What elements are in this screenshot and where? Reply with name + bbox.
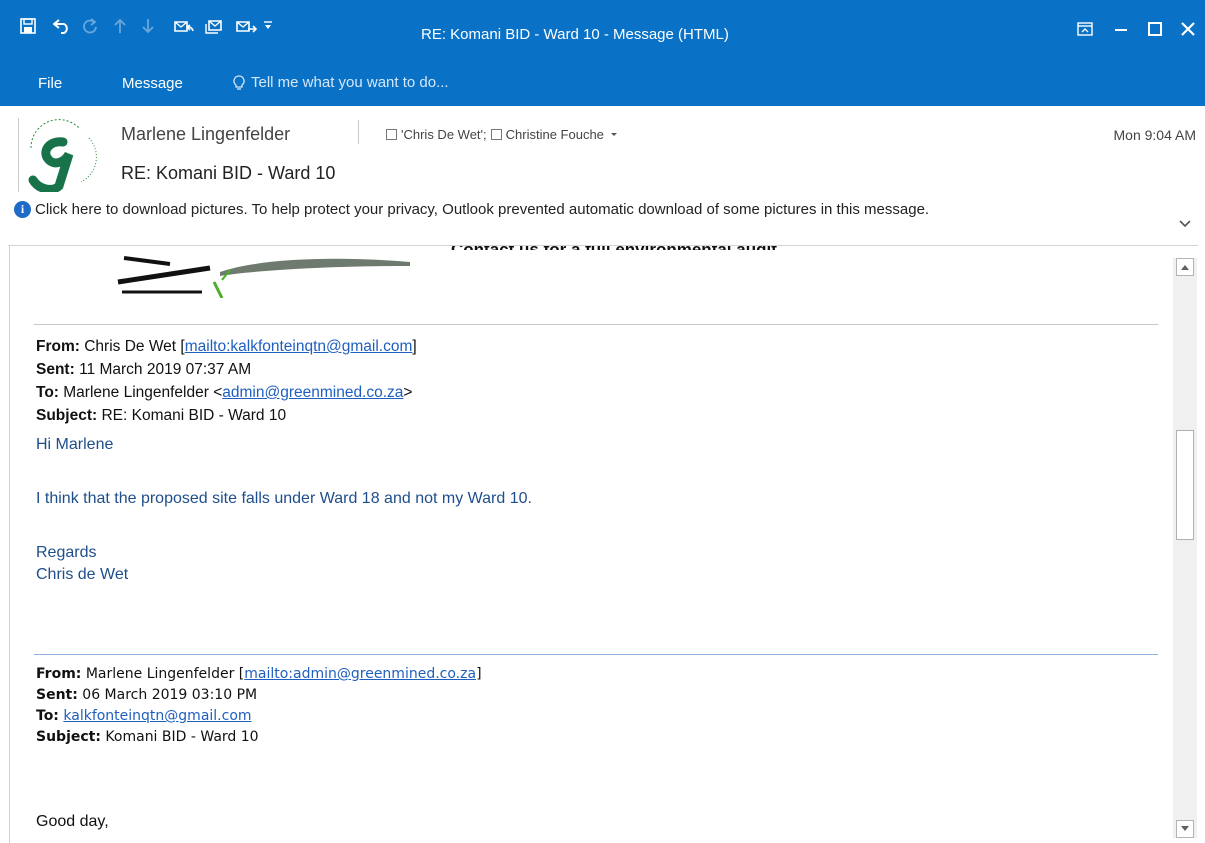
window-title: RE: Komani BID - Ward 10 - Message (HTML…: [421, 26, 729, 43]
forward-icon[interactable]: [234, 14, 258, 38]
reply-signature: Chris de Wet: [36, 566, 129, 583]
reading-pane: Marlene Lingenfelder 'Chris De Wet'; Chr…: [0, 106, 1205, 843]
divider: [34, 654, 1158, 655]
reply-line: I think that the proposed site falls und…: [36, 490, 532, 507]
reply-greeting: Hi Marlene: [36, 436, 114, 453]
undo-icon[interactable]: [50, 14, 74, 38]
divider: [34, 324, 1158, 325]
reply-header-2: From: Marlene Lingenfelder [mailto:admin…: [36, 664, 482, 748]
good-day-text: Good day,: [36, 813, 109, 830]
reply-icon[interactable]: [172, 14, 196, 38]
reply-header-1: From: Chris De Wet [mailto:kalkfonteinqt…: [36, 335, 417, 427]
to-label: To:: [36, 708, 59, 724]
message-time: Mon 9:04 AM: [1113, 127, 1197, 143]
banner-caption: Contact us for a full environmental audi…: [451, 246, 782, 259]
next-item-icon: [136, 14, 160, 38]
vertical-scrollbar[interactable]: [1173, 258, 1197, 838]
chevron-down-icon[interactable]: [608, 130, 620, 140]
to-label: To:: [36, 384, 59, 401]
ribbon-tabs: File Message Tell me what you want to do…: [0, 62, 1205, 106]
minimize-icon[interactable]: [1108, 18, 1134, 40]
expand-header-chevron-icon[interactable]: [1178, 216, 1192, 234]
from-label: From:: [36, 338, 80, 355]
email-link[interactable]: kalkfonteinqtn@gmail.com: [63, 708, 251, 724]
lightbulb-icon: [233, 74, 245, 90]
scroll-thumb[interactable]: [1176, 430, 1194, 540]
redo-icon: [78, 14, 102, 38]
recipient-chris[interactable]: 'Chris De Wet';: [401, 127, 487, 142]
to-name: Marlene Lingenfelder <: [63, 384, 223, 401]
recipient-christine[interactable]: Christine Fouche: [506, 127, 604, 142]
arrow-up-icon: [1181, 265, 1189, 270]
tab-message[interactable]: Message: [122, 75, 183, 92]
sender-name[interactable]: Marlene Lingenfelder: [121, 124, 290, 145]
download-pictures-infobar[interactable]: i Click here to download pictures. To he…: [14, 201, 929, 218]
contact-checkbox[interactable]: [490, 129, 502, 140]
scroll-down-button[interactable]: [1176, 820, 1194, 838]
email-link[interactable]: admin@greenmined.co.za: [222, 384, 403, 401]
subject-value: Komani BID - Ward 10: [105, 729, 259, 745]
title-bar: RE: Komani BID - Ward 10 - Message (HTML…: [0, 0, 1205, 62]
bracket: >: [403, 384, 413, 401]
from-name: Chris De Wet [: [84, 338, 185, 355]
reply-all-icon[interactable]: [204, 14, 228, 38]
reply-regards: Regards: [36, 544, 97, 561]
info-icon: i: [14, 201, 31, 218]
from-label: From:: [36, 666, 82, 682]
close-icon[interactable]: [1175, 18, 1201, 40]
sent-label: Sent:: [36, 361, 75, 378]
message-body: Contact us for a full environmental audi…: [9, 246, 1169, 843]
infobar-text[interactable]: Click here to download pictures. To help…: [35, 201, 929, 218]
contact-checkbox[interactable]: [386, 129, 397, 140]
recipients: 'Chris De Wet'; Christine Fouche: [386, 127, 620, 142]
from-name: Marlene Lingenfelder [: [85, 666, 245, 682]
bracket: ]: [412, 338, 417, 355]
tell-me-placeholder: Tell me what you want to do...: [251, 74, 449, 91]
customize-qat-icon[interactable]: [256, 14, 280, 38]
arrow-down-icon: [1181, 826, 1189, 831]
maximize-icon[interactable]: [1142, 18, 1168, 40]
sent-value: 06 March 2019 03:10 PM: [82, 687, 258, 703]
subject-label: Subject:: [36, 729, 101, 745]
previous-item-icon: [108, 14, 132, 38]
bracket: ]: [476, 666, 482, 682]
header-separator: [358, 120, 359, 144]
sent-label: Sent:: [36, 687, 78, 703]
tell-me-search[interactable]: Tell me what you want to do...: [233, 74, 449, 91]
signature-banner-image: [110, 246, 450, 298]
ribbon-display-options-icon[interactable]: [1072, 18, 1098, 40]
message-subject: RE: Komani BID - Ward 10: [121, 163, 336, 183]
subject-value: RE: Komani BID - Ward 10: [101, 407, 287, 424]
save-icon[interactable]: [16, 14, 40, 38]
tab-file[interactable]: File: [38, 75, 62, 92]
mailto-link[interactable]: mailto:admin@greenmined.co.za: [244, 666, 476, 682]
subject-label: Subject:: [36, 407, 98, 424]
scroll-up-button[interactable]: [1176, 258, 1194, 276]
sender-logo: [18, 118, 102, 194]
sent-value: 11 March 2019 07:37 AM: [79, 361, 252, 378]
mailto-link[interactable]: mailto:kalkfonteinqtn@gmail.com: [185, 338, 413, 355]
